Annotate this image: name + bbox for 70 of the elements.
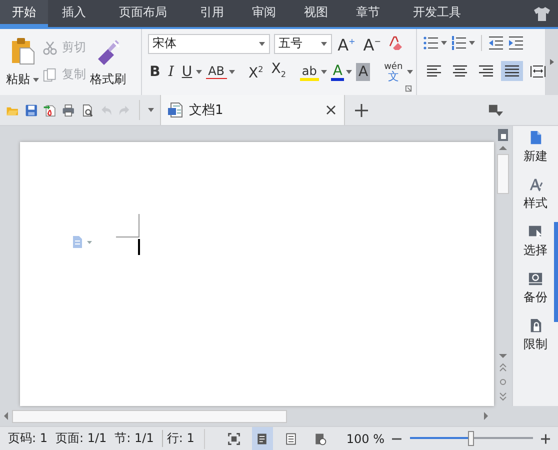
close-icon[interactable] [326,105,336,115]
scrollbar-thumb[interactable] [497,154,509,194]
bullet-list-icon[interactable] [422,35,439,51]
font-size-select[interactable]: 五号 [274,34,332,54]
backup-icon [528,271,543,286]
sup-button[interactable]: X$^{2}$ [246,61,266,84]
italic-button[interactable]: I [166,63,176,82]
margin-corner-mark [116,214,140,238]
text-cursor [138,239,140,255]
copy-icon [43,68,57,82]
status-text: 行: 1 [162,430,194,447]
underline-button[interactable]: U [180,63,194,82]
clipboard-icon [10,37,34,65]
menu-tab[interactable]: 开发工具 [394,0,480,27]
slider-thumb[interactable] [468,431,474,446]
print-icon[interactable] [62,102,75,118]
sidebar-item[interactable]: 选择 [524,224,548,259]
font-name-select[interactable]: 宋体 [148,34,270,54]
document-icon [528,130,543,145]
page-view-icon[interactable] [252,427,273,450]
menu-tab[interactable]: 审阅 [238,0,290,27]
sidebar-item[interactable]: 新建 [524,130,548,165]
menu-tab[interactable]: 章节 [342,0,394,27]
scissors-icon [43,40,57,54]
numbered-list-icon[interactable] [450,35,467,51]
menu-tab[interactable]: 视图 [290,0,342,27]
sidebar-collapse-handle[interactable] [554,222,558,322]
ruler-toggle-icon[interactable] [496,128,510,142]
window-menu-icon[interactable] [488,102,503,118]
sidebar-item[interactable]: 样式 [524,177,548,212]
align-justify-button[interactable] [500,61,523,81]
highlight-button[interactable]: ab [300,64,319,81]
zoom-in-icon[interactable] [540,434,550,444]
increase-indent-icon[interactable] [508,35,524,51]
word-document-icon [167,102,183,118]
zoom-slider[interactable] [410,431,533,446]
clear-format-icon[interactable] [386,36,403,52]
strike-button[interactable]: AB [206,65,227,80]
shrink-font-button[interactable]: A$^{−}$ [361,33,383,54]
sub-button[interactable]: X$_{2}$ [269,60,288,84]
menu-tab[interactable]: 引用 [186,0,238,27]
cursor-icon [528,224,543,239]
status-text: 节: 1/1 [114,430,154,447]
menu-tab[interactable]: 插入 [48,0,100,27]
decrease-indent-icon[interactable] [488,35,504,51]
scrollbar-thumb[interactable] [12,410,287,422]
bold-button[interactable]: B [148,63,162,82]
dialog-launcher-icon[interactable] [404,85,412,92]
font-style-icon [528,177,543,192]
print-preview-icon[interactable] [80,102,94,118]
shirt-icon[interactable] [534,6,550,20]
color-button[interactable]: A [330,64,344,81]
grow-font-button[interactable]: A$^{+}$ [336,33,358,54]
document-tab[interactable]: 文档1 [160,95,345,125]
pinyin-guide-button[interactable]: wén 文 [382,63,405,82]
paste-button[interactable]: 粘贴 [6,33,39,95]
sidebar-item[interactable]: 限制 [524,318,548,353]
status-text: 页面: 1/1 [56,430,107,447]
zoom-percentage[interactable]: 100 % [346,432,384,446]
menu-tab[interactable]: 开始 [0,0,48,27]
new-tab-icon[interactable] [355,104,368,116]
customize-dropdown-icon[interactable] [148,108,154,112]
format-painter-button[interactable]: 格式刷 [90,33,126,95]
status-text: 页码: 1 [8,430,48,447]
save-icon[interactable] [24,102,38,118]
pdf-export-icon[interactable] [43,102,56,118]
lock-document-icon [528,318,543,333]
sidebar-item[interactable]: 备份 [524,271,548,306]
menu-tab[interactable]: 页面布局 [100,0,186,27]
shade-button[interactable]: A [356,63,370,82]
